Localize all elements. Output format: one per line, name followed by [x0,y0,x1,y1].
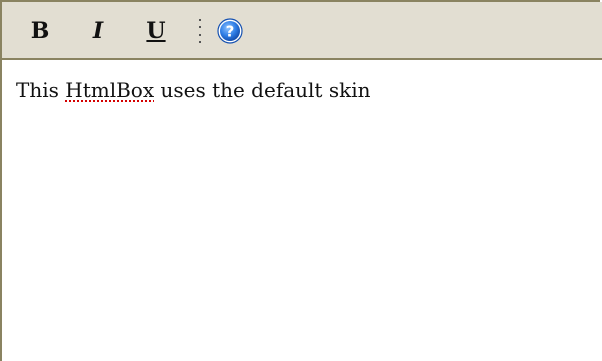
bold-button[interactable]: B [28,16,52,46]
help-icon: ? [217,18,243,44]
editor-content-area[interactable]: This HtmlBox uses the default skin [16,78,600,361]
content-text-start: This [16,78,66,102]
htmlbox-editor: B I U ? This HtmlBox uses the default sk… [0,0,602,361]
svg-text:?: ? [226,23,235,41]
content-text-end: uses the default skin [154,78,371,102]
editor-toolbar: B I U ? [2,2,602,60]
misspelled-word: HtmlBox [65,78,155,102]
toolbar-separator [198,19,201,43]
help-button[interactable]: ? [217,18,243,44]
italic-button[interactable]: I [86,16,110,46]
underline-button[interactable]: U [144,16,168,46]
